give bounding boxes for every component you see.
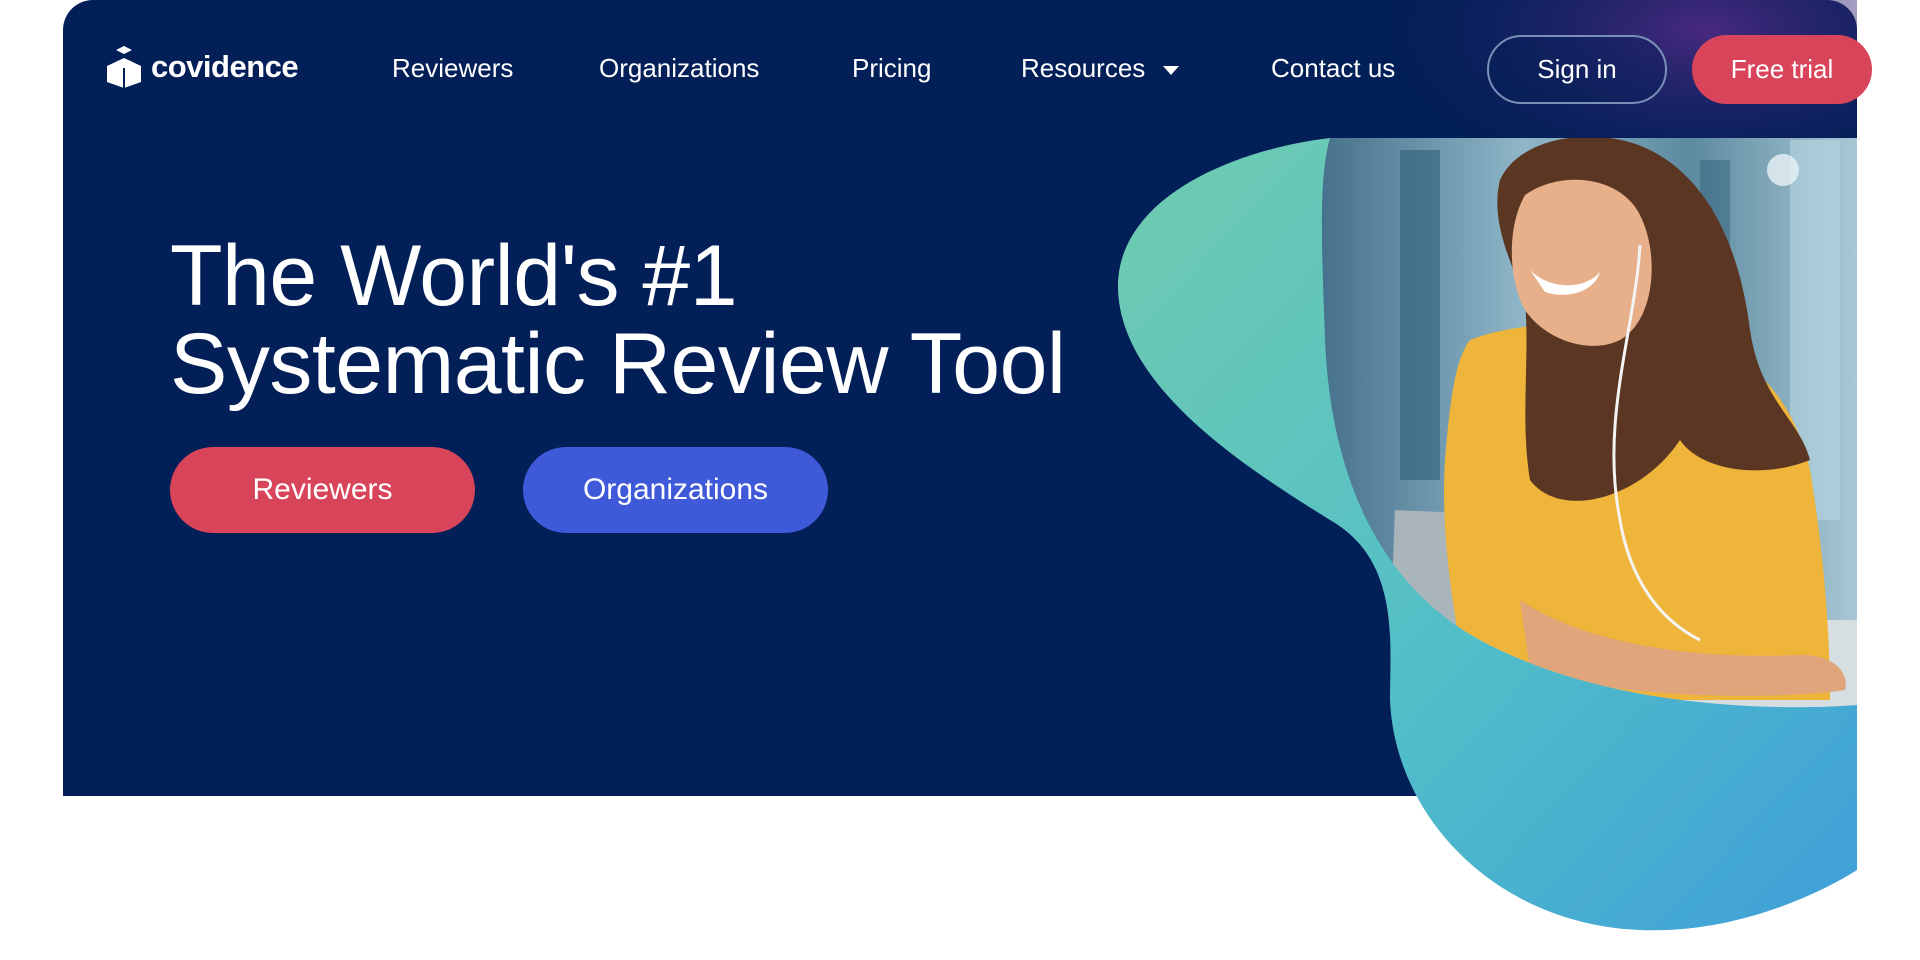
nav-resources-label: Resources [1021,53,1146,83]
cta-organizations-button[interactable]: Organizations [523,447,828,533]
page-edge [1857,0,1920,960]
page: covidence Reviewers Organizations Pricin… [0,0,1920,960]
hero-headline: The World's #1 Systematic Review Tool [170,232,1130,408]
brand-name: covidence [151,49,299,84]
nav-organizations[interactable]: Organizations [599,50,759,86]
free-trial-button[interactable]: Free trial [1692,35,1872,104]
nav-contact[interactable]: Contact us [1271,50,1395,86]
nav-pricing[interactable]: Pricing [852,50,931,86]
chevron-down-icon [1163,65,1180,75]
hero-headline-line2: Systematic Review Tool [170,316,1066,412]
box-logo-icon [107,46,141,88]
nav-resources[interactable]: Resources [1021,50,1180,86]
sign-in-button[interactable]: Sign in [1487,35,1667,104]
hero-headline-line1: The World's #1 [170,228,738,324]
nav-reviewers[interactable]: Reviewers [392,50,513,86]
cta-reviewers-button[interactable]: Reviewers [170,447,475,533]
brand-logo[interactable]: covidence [105,44,299,90]
